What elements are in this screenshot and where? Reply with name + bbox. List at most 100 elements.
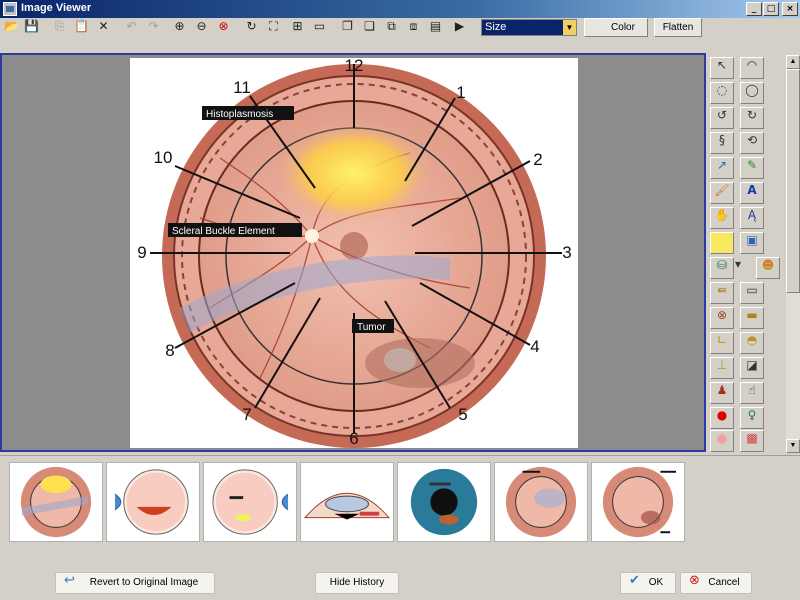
bring-front-icon[interactable]: ❐	[338, 19, 357, 38]
delete-icon[interactable]: ✕	[94, 19, 113, 38]
brush-color-icon[interactable]: ☻	[756, 257, 780, 279]
histoplasmosis-label[interactable]: Histoplasmosis	[206, 109, 273, 120]
image-canvas[interactable]: 12 1 2 3 4 5 6 7 8 9 10 11 Histoplasmosi…	[130, 56, 578, 448]
note-tool-icon[interactable]	[710, 232, 734, 254]
close-button[interactable]: ×	[782, 2, 798, 16]
history-thumbnail-6[interactable]	[494, 462, 588, 542]
optic-disc	[305, 229, 319, 243]
red-dot-icon[interactable]: ●	[710, 407, 734, 429]
tumor-lesion	[365, 338, 475, 388]
chevron-down-icon[interactable]: ▼	[563, 20, 576, 35]
clock-number-1: 1	[456, 83, 465, 102]
play-icon[interactable]: ▶	[450, 19, 469, 38]
text-tool-icon[interactable]: A	[740, 182, 764, 204]
circle-tool-icon[interactable]: ◌	[710, 82, 734, 104]
scroll-down-icon[interactable]: ▼	[786, 439, 800, 453]
hand-tool-icon[interactable]: ☝	[740, 382, 764, 404]
group-icon[interactable]: ⧉	[382, 19, 401, 38]
no-entry-icon[interactable]: ⊗	[710, 307, 734, 329]
send-back-icon[interactable]: ❏	[360, 19, 379, 38]
size-dropdown[interactable]: Size ▼	[481, 19, 577, 36]
marker-tool-icon[interactable]: ♀	[740, 407, 764, 429]
connector-tool-icon[interactable]: ⊥	[710, 357, 734, 379]
zoom-in-icon[interactable]: ⊕	[170, 19, 189, 38]
scroll-thumb[interactable]	[786, 69, 800, 293]
scleral-buckle-label[interactable]: Scleral Buckle Element	[172, 226, 275, 237]
layer-icon[interactable]: ▤	[426, 19, 445, 38]
size-dropdown-value: Size	[485, 21, 507, 33]
spiral-tool-icon[interactable]: ↺	[710, 107, 734, 129]
line-tool-icon[interactable]: ↗	[710, 157, 734, 179]
cancel-button[interactable]: ⊗ Cancel	[680, 572, 752, 594]
move-tool-icon[interactable]: ⇚	[710, 282, 734, 304]
hook-tool-icon[interactable]: ⟲	[740, 132, 764, 154]
checkmark-icon: ✔	[629, 573, 640, 588]
ellipse-tool-icon[interactable]: ◯	[740, 82, 764, 104]
palette-scrollbar[interactable]: ▲ ▼	[786, 55, 800, 453]
ruler-icon[interactable]: ▬	[740, 307, 764, 329]
fill-tool-icon[interactable]: ⛁	[710, 257, 734, 279]
curl-tool-icon[interactable]: ↻	[740, 107, 764, 129]
actual-size-icon[interactable]: ⊞	[288, 19, 307, 38]
canvas-area[interactable]: 12 1 2 3 4 5 6 7 8 9 10 11 Histoplasmosi…	[0, 53, 706, 452]
zoom-out-icon[interactable]: ⊖	[192, 19, 211, 38]
zoom-reset-icon[interactable]: ⊗	[214, 19, 233, 38]
pencil-tool-icon[interactable]: ✎	[740, 157, 764, 179]
clock-number-11: 11	[233, 78, 251, 97]
maximize-button[interactable]: □	[763, 2, 779, 16]
open-icon[interactable]: 📂	[2, 19, 21, 38]
text-rotate-icon[interactable]: Ą	[740, 207, 764, 229]
image-tool-icon[interactable]: ▣	[740, 232, 764, 254]
angle-tool-icon[interactable]: ∟	[710, 332, 734, 354]
hide-history-label: Hide History	[329, 577, 385, 588]
history-thumbnail-1[interactable]	[9, 462, 103, 542]
clock-number-3: 3	[562, 243, 571, 262]
picker-tool-icon[interactable]: ◪	[740, 357, 764, 379]
window-icon[interactable]: ▭	[310, 19, 329, 38]
history-thumbnail-3[interactable]	[203, 462, 297, 542]
pattern-tool-icon[interactable]: ▩	[740, 430, 764, 452]
s-curve-tool-icon[interactable]: §	[710, 132, 734, 154]
clock-number-12: 12	[345, 58, 364, 75]
brush-tool-icon[interactable]: 🖌	[710, 182, 734, 204]
tumor-label[interactable]: Tumor	[357, 322, 386, 333]
history-thumbnail-2[interactable]	[106, 462, 200, 542]
pink-dot-icon[interactable]: ●	[710, 430, 734, 452]
history-thumbnail-5[interactable]	[397, 462, 491, 542]
save-icon[interactable]: 💾	[22, 19, 41, 38]
redo-icon[interactable]: ↷	[144, 19, 163, 38]
copy-icon[interactable]: ⎘	[50, 19, 69, 38]
fundus-diagram[interactable]: 12 1 2 3 4 5 6 7 8 9 10 11 Histoplasmosi…	[130, 56, 578, 448]
tool-palette: ↖ ◠ ◌ ◯ ↺ ↻ § ⟲ ↗ ✎ 🖌 A ✋ Ą ▣ ⛁ ▾ ☻ ⇚ ▭ …	[708, 55, 784, 453]
rotate-icon[interactable]: ↻	[242, 19, 261, 38]
history-thumbnail-7[interactable]	[591, 462, 685, 542]
undo-icon[interactable]: ↶	[122, 19, 141, 38]
window-title: Image Viewer	[21, 2, 92, 14]
history-thumbnail-4[interactable]	[300, 462, 394, 542]
clock-number-10: 10	[154, 148, 173, 167]
revert-button[interactable]: ↩ Revert to Original Image	[55, 572, 215, 594]
eraser-tool-icon[interactable]: ▭	[740, 282, 764, 304]
arc-tool-icon[interactable]: ◠	[740, 57, 764, 79]
app-icon	[3, 2, 17, 16]
stamp-tool-icon[interactable]: ✋	[710, 207, 734, 229]
protractor-icon[interactable]: ◓	[740, 332, 764, 354]
pin-tool-icon[interactable]: ♟	[710, 382, 734, 404]
color-button[interactable]: Color	[584, 18, 648, 37]
clock-number-6: 6	[349, 429, 358, 448]
fill-dropdown-icon[interactable]: ▾	[734, 257, 742, 279]
ok-button[interactable]: ✔ OK	[620, 572, 676, 594]
fit-icon[interactable]: ⛶	[264, 19, 283, 38]
select-arrow-icon[interactable]: ↖	[710, 57, 734, 79]
minimize-button[interactable]: _	[746, 2, 762, 16]
scroll-up-icon[interactable]: ▲	[786, 55, 800, 69]
paste-icon[interactable]: 📋	[72, 19, 91, 38]
clock-number-8: 8	[165, 341, 174, 360]
revert-button-label: Revert to Original Image	[89, 577, 199, 588]
flatten-button[interactable]: Flatten	[654, 18, 702, 37]
history-strip	[0, 455, 800, 546]
macula	[340, 232, 368, 260]
ungroup-icon[interactable]: ⧈	[404, 19, 423, 38]
hide-history-button[interactable]: Hide History	[315, 572, 399, 594]
clock-number-4: 4	[530, 337, 539, 356]
